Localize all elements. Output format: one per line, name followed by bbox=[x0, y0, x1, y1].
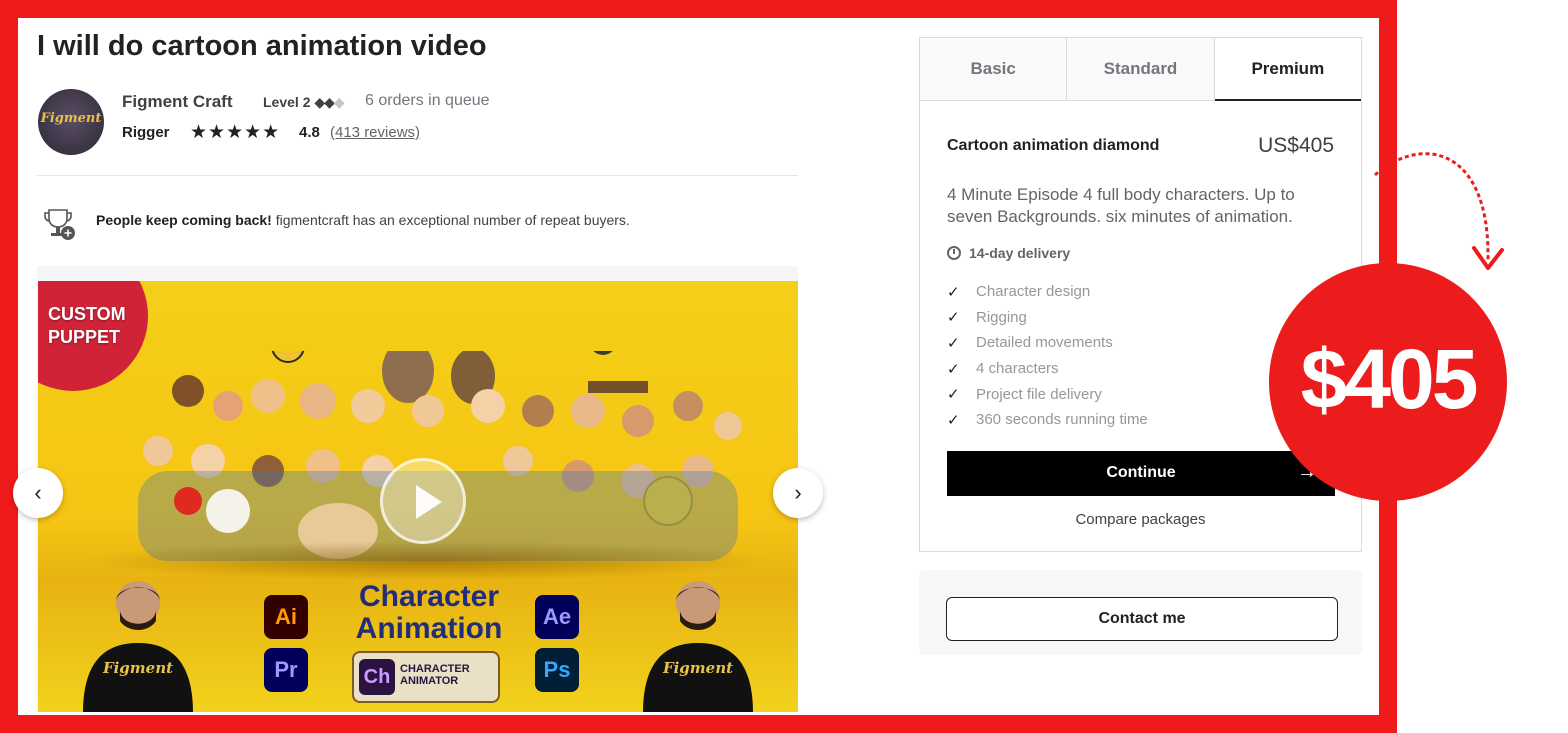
ch-label-line-1: CHARACTER bbox=[400, 663, 470, 675]
presenter-right-shirt-text: Figment bbox=[662, 659, 733, 677]
gallery-prev-button[interactable]: ‹ bbox=[13, 468, 63, 518]
divider bbox=[37, 175, 798, 176]
badge-line-1: CUSTOM bbox=[48, 304, 126, 324]
play-icon bbox=[416, 485, 442, 519]
character-animator-badge: Ch CHARACTER ANIMATOR bbox=[352, 651, 500, 703]
check-icon: ✓ bbox=[947, 309, 960, 327]
list-item: ✓ Character design bbox=[947, 279, 1148, 305]
continue-label: Continue bbox=[1106, 464, 1176, 481]
avatar-logo: Figment bbox=[40, 111, 102, 126]
delivery-time: 14-day delivery bbox=[947, 245, 1070, 261]
feature-label: Rigging bbox=[976, 308, 1027, 326]
tab-standard[interactable]: Standard bbox=[1067, 38, 1215, 100]
ch-label-line-2: ANIMATOR bbox=[400, 675, 459, 687]
contact-me-button[interactable]: Contact me bbox=[946, 597, 1338, 641]
after-effects-icon: Ae bbox=[535, 595, 579, 639]
seller-level: Level 2 ◆◆◆ bbox=[263, 94, 345, 111]
package-tabs: Basic Standard Premium bbox=[920, 38, 1361, 101]
gallery-next-button[interactable]: › bbox=[773, 468, 823, 518]
check-icon: ✓ bbox=[947, 386, 960, 404]
photoshop-icon: Ps bbox=[535, 648, 579, 692]
feature-label: Project file delivery bbox=[976, 385, 1102, 403]
repeat-buyers-bold: People keep coming back! bbox=[96, 212, 272, 228]
package-name: Cartoon animation diamond bbox=[947, 137, 1160, 154]
trophy-icon bbox=[44, 209, 75, 240]
list-item: ✓ Rigging bbox=[947, 305, 1148, 331]
presenter-left: Figment bbox=[83, 581, 193, 712]
rating-stars-icon: ★★★★★ bbox=[190, 122, 281, 143]
compare-packages-link[interactable]: Compare packages bbox=[920, 511, 1361, 528]
feature-label: 4 characters bbox=[976, 360, 1059, 378]
check-icon: ✓ bbox=[947, 283, 960, 301]
list-item: ✓ Project file delivery bbox=[947, 381, 1148, 407]
headline-line-1: Character bbox=[358, 580, 500, 613]
badge-line-2: PUPPET bbox=[48, 327, 121, 347]
contact-section: Contact me bbox=[919, 570, 1362, 655]
seller-level-label: Level 2 bbox=[263, 94, 311, 110]
feature-label: Character design bbox=[976, 283, 1091, 301]
rating-value: 4.8 bbox=[299, 124, 320, 141]
price-callout: $405 bbox=[1269, 263, 1507, 501]
packages-panel: Basic Standard Premium Cartoon animation… bbox=[919, 37, 1362, 552]
level-diamonds-icon: ◆◆◆ bbox=[314, 94, 344, 110]
headline-line-2: Animation bbox=[355, 612, 503, 645]
premiere-icon: Pr bbox=[264, 648, 308, 692]
repeat-buyers-note: People keep coming back! figmentcraft ha… bbox=[96, 212, 630, 228]
feature-label: 360 seconds running time bbox=[976, 411, 1148, 429]
check-icon: ✓ bbox=[947, 360, 960, 378]
package-price: US$405 bbox=[1258, 134, 1334, 157]
character-animator-label: CHARACTER ANIMATOR bbox=[400, 663, 470, 687]
gig-gallery: CUSTOM PUPPET Character Animation Ai Pr … bbox=[37, 266, 798, 712]
clock-icon bbox=[947, 246, 961, 260]
gallery-headline: Character Animation bbox=[334, 581, 524, 645]
delivery-label: 14-day delivery bbox=[969, 245, 1071, 261]
seller-role: Rigger bbox=[122, 124, 170, 141]
illustrator-icon: Ai bbox=[264, 595, 308, 639]
play-video-button[interactable] bbox=[380, 458, 466, 544]
list-item: ✓ Detailed movements bbox=[947, 330, 1148, 356]
list-item: ✓ 4 characters bbox=[947, 356, 1148, 382]
tab-basic[interactable]: Basic bbox=[920, 38, 1068, 100]
reviews-link[interactable]: (413 reviews) bbox=[330, 124, 420, 141]
seller-name[interactable]: Figment Craft bbox=[122, 92, 233, 112]
gig-title: I will do cartoon animation video bbox=[37, 30, 487, 62]
repeat-buyers-text: figmentcraft has an exceptional number o… bbox=[271, 212, 630, 228]
presenter-left-shirt-text: Figment bbox=[102, 659, 173, 677]
package-description: 4 Minute Episode 4 full body characters.… bbox=[947, 185, 1295, 226]
presenter-right: Figment bbox=[643, 581, 753, 712]
custom-puppet-label: CUSTOM PUPPET bbox=[48, 303, 126, 349]
character-animator-icon: Ch bbox=[359, 659, 395, 695]
feature-label: Detailed movements bbox=[976, 334, 1113, 352]
check-icon: ✓ bbox=[947, 411, 960, 429]
price-callout-text: $405 bbox=[1300, 332, 1479, 426]
feature-list: ✓ Character design ✓ Rigging ✓ Detailed mov… bbox=[947, 279, 1148, 433]
check-icon: ✓ bbox=[947, 334, 960, 352]
continue-button[interactable]: Continue → bbox=[947, 451, 1335, 496]
gallery-image[interactable]: CUSTOM PUPPET Character Animation Ai Pr … bbox=[38, 281, 798, 712]
orders-in-queue: 6 orders in queue bbox=[365, 92, 490, 109]
tab-premium[interactable]: Premium bbox=[1214, 38, 1361, 101]
list-item: ✓ 360 seconds running time bbox=[947, 407, 1148, 433]
seller-avatar[interactable]: Figment bbox=[38, 89, 104, 155]
